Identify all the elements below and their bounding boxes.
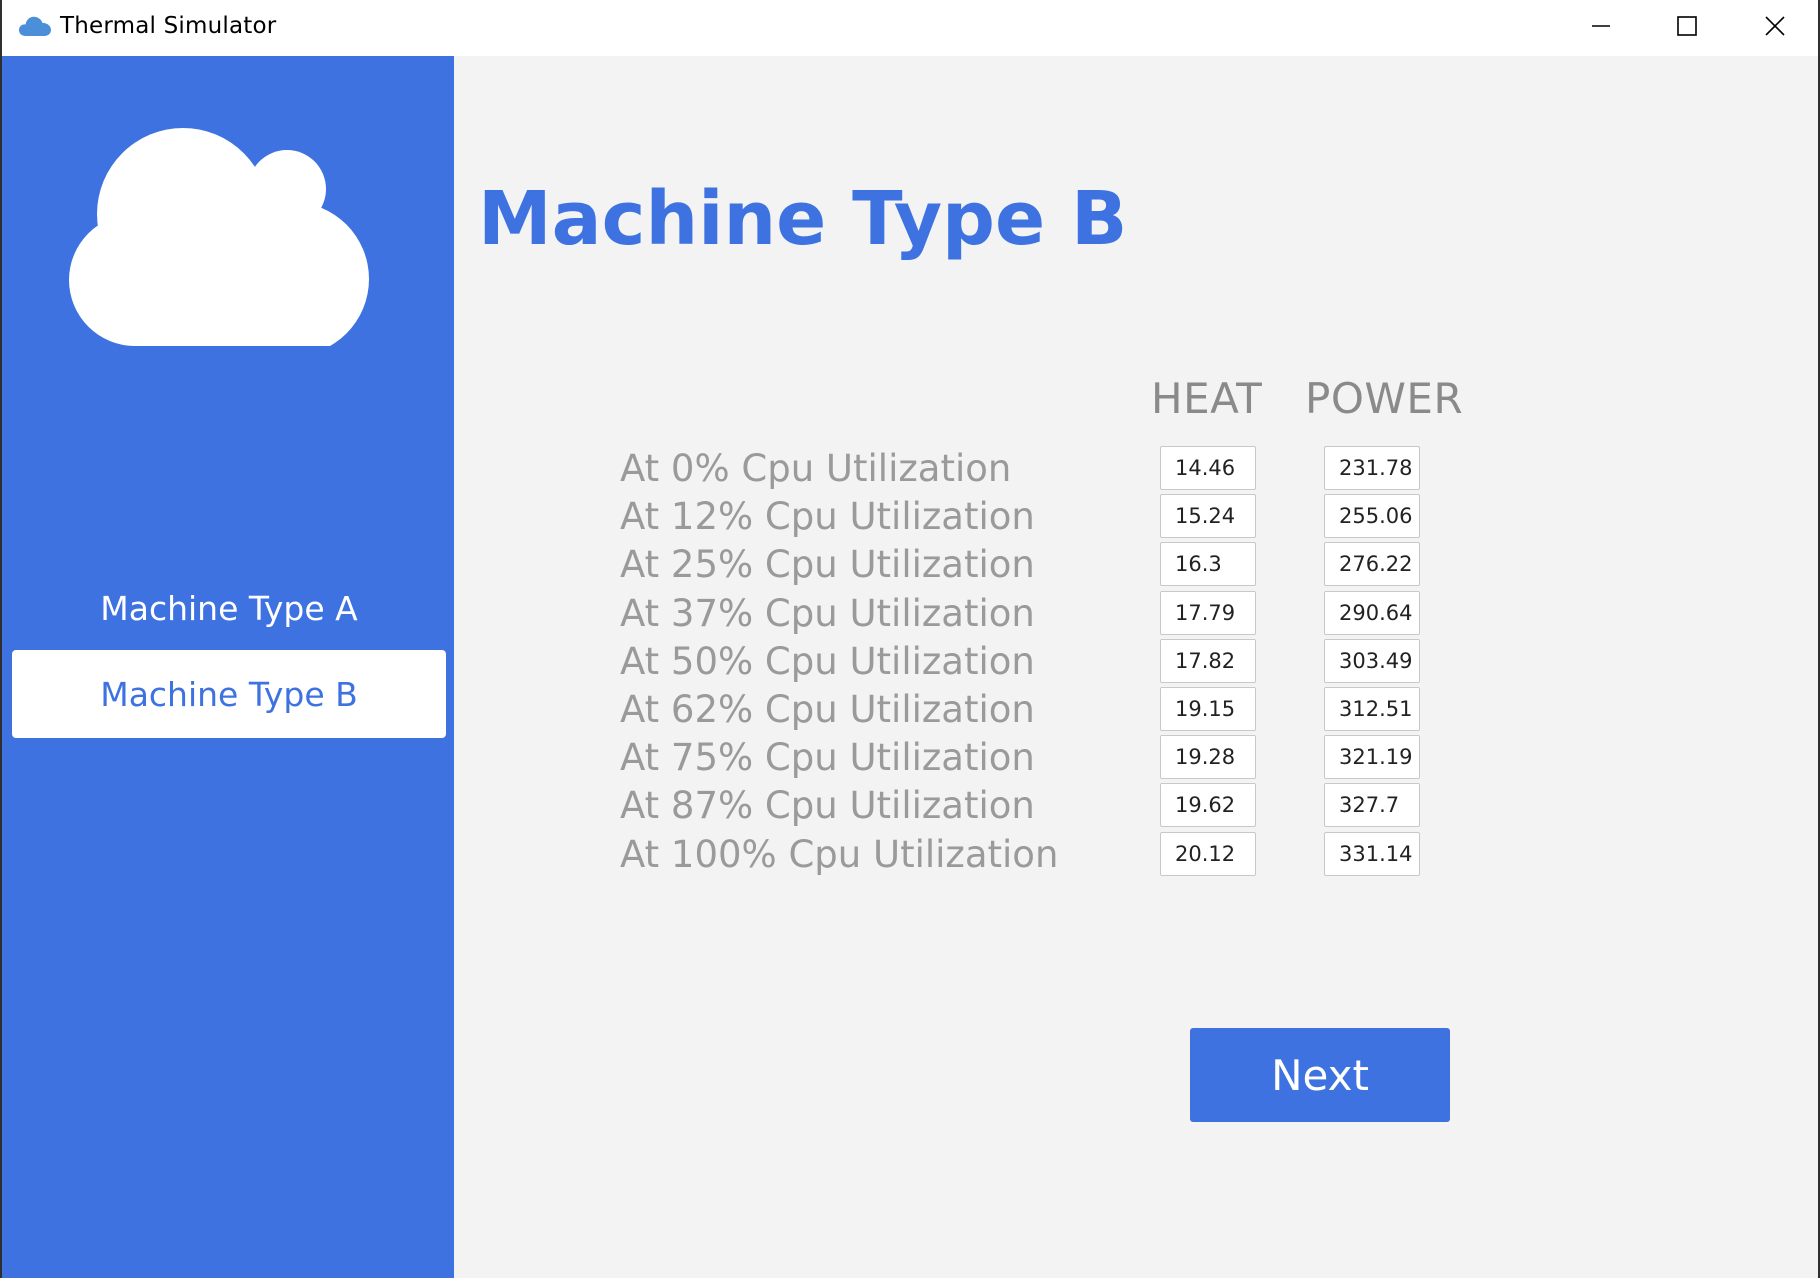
power-input[interactable] (1324, 831, 1420, 876)
power-input[interactable] (1324, 638, 1420, 683)
close-icon (1765, 16, 1785, 36)
power-input[interactable] (1324, 542, 1420, 587)
heat-input[interactable] (1160, 831, 1256, 876)
maximize-button[interactable] (1644, 0, 1730, 52)
sidebar-item-label: Machine Type A (100, 588, 358, 628)
sidebar-item-machine-type-b[interactable]: Machine Type B (12, 650, 446, 738)
power-input[interactable] (1324, 783, 1420, 828)
power-input[interactable] (1324, 590, 1420, 635)
row-label: At 37% Cpu Utilization (620, 591, 1035, 635)
power-input[interactable] (1324, 687, 1420, 731)
main-panel: Machine Type B HEAT POWER At 0% Cpu Util… (454, 56, 1818, 1278)
maximize-icon (1677, 16, 1697, 36)
heat-input[interactable] (1160, 446, 1256, 490)
title-bar: Thermal Simulator (2, 0, 1818, 56)
minimize-button[interactable] (1558, 0, 1644, 52)
heat-input[interactable] (1160, 638, 1256, 683)
power-input[interactable] (1324, 735, 1420, 780)
heat-input[interactable] (1160, 494, 1256, 539)
minimize-icon (1592, 25, 1610, 27)
page-title: Machine Type B (478, 176, 1128, 262)
heat-input[interactable] (1160, 590, 1256, 635)
power-input[interactable] (1324, 494, 1420, 539)
window-title: Thermal Simulator (60, 13, 277, 39)
next-button[interactable]: Next (1190, 1028, 1450, 1122)
app-window: Thermal Simulator Machine Type A Machine… (0, 0, 1820, 1278)
row-label: At 62% Cpu Utilization (620, 688, 1035, 731)
power-input[interactable] (1324, 446, 1420, 490)
row-label: At 0% Cpu Utilization (620, 447, 1012, 490)
sidebar-item-machine-type-a[interactable]: Machine Type A (12, 564, 446, 652)
row-label: At 100% Cpu Utilization (620, 832, 1059, 876)
close-button[interactable] (1732, 0, 1818, 52)
row-label: At 50% Cpu Utilization (620, 639, 1035, 683)
heat-input[interactable] (1160, 687, 1256, 731)
row-label: At 87% Cpu Utilization (620, 784, 1035, 828)
heat-column-header: HEAT (1151, 374, 1263, 423)
row-label: At 25% Cpu Utilization (620, 543, 1035, 587)
heat-input[interactable] (1160, 735, 1256, 780)
row-label: At 75% Cpu Utilization (620, 736, 1035, 780)
cloud-icon (69, 128, 369, 346)
sidebar-item-label: Machine Type B (100, 674, 358, 714)
cloud-icon (19, 16, 51, 36)
sidebar: Machine Type A Machine Type B (2, 56, 454, 1278)
row-label: At 12% Cpu Utilization (620, 495, 1035, 539)
heat-input[interactable] (1160, 783, 1256, 828)
heat-input[interactable] (1160, 542, 1256, 587)
power-column-header: POWER (1305, 374, 1464, 423)
